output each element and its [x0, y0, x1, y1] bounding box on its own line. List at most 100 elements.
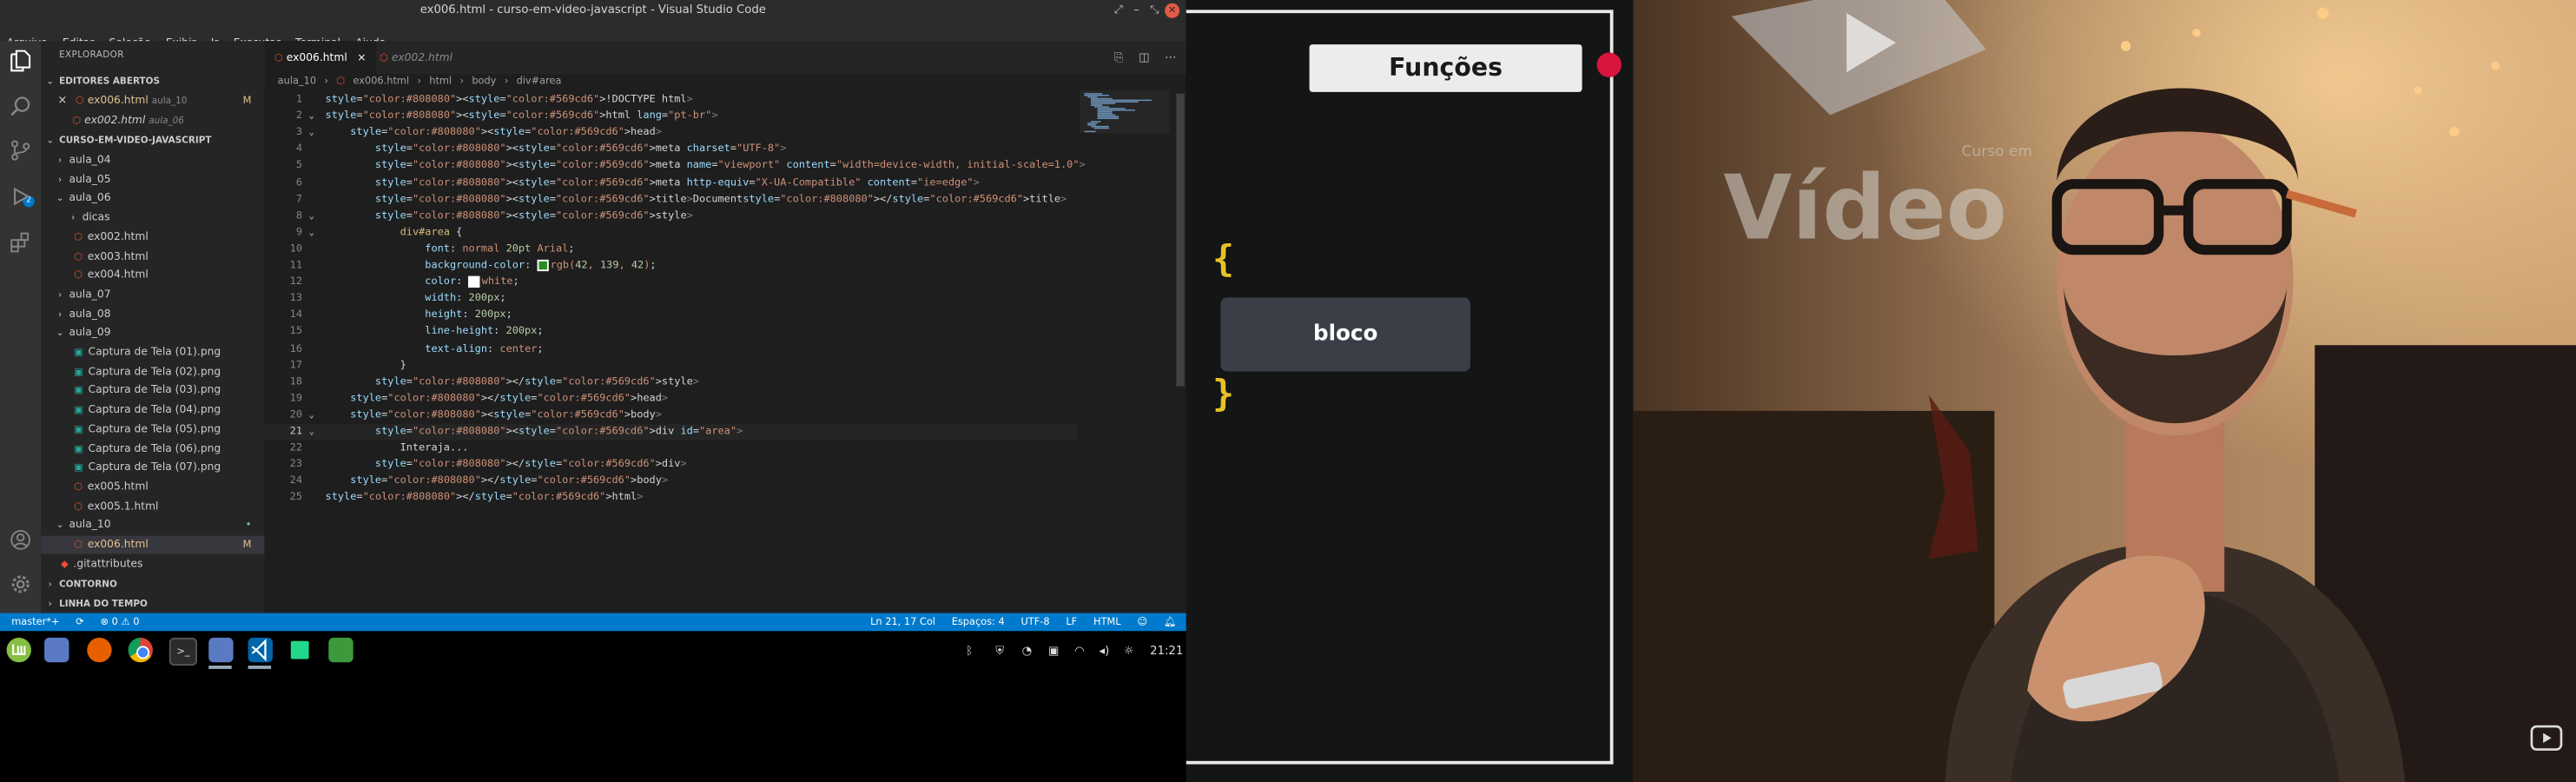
code-line[interactable]: 21 ⌄ style="color:#808080"><style="color:… [265, 424, 1078, 441]
gear-icon[interactable] [8, 573, 32, 598]
file-ex003-html[interactable]: ⬡ ex003.html [41, 248, 264, 266]
run-debug-icon[interactable] [8, 186, 32, 210]
breadcrumb-folder[interactable]: aula_10 [278, 76, 316, 87]
code-line[interactable]: 12 color: white; [265, 275, 1078, 291]
fold-chevron-icon[interactable]: ⌄ [309, 209, 314, 225]
mint-menu-icon[interactable] [6, 637, 31, 663]
code-line[interactable]: 17 } [265, 358, 1078, 374]
indentation[interactable]: Espaços: 4 [952, 616, 1005, 627]
terminal-icon[interactable]: >_ [168, 637, 197, 666]
file-captura-de-tela-07-png[interactable]: ▣ Captura de Tela (07).png [41, 459, 264, 477]
volume-icon[interactable]: ◂) [1099, 631, 1109, 670]
minimap[interactable] [1079, 90, 1170, 140]
fold-chevron-icon[interactable]: ⌄ [309, 408, 314, 424]
code-line[interactable]: 6 style="color:#808080"><style="color:#5… [265, 175, 1078, 191]
code-line[interactable]: 25 style="color:#808080"></style="color:#… [265, 490, 1078, 507]
folder-dicas[interactable]: › dicas [41, 209, 264, 227]
code-line[interactable]: 7 style="color:#808080"><style="color:#5… [265, 192, 1078, 209]
vertical-scrollbar[interactable] [1174, 90, 1186, 613]
file-captura-de-tela-03-png[interactable]: ▣ Captura de Tela (03).png [41, 382, 264, 401]
problems-count[interactable]: ⊗ 0 ⚠ 0 [101, 616, 140, 627]
file-ex005-1-html[interactable]: ⬡ ex005.1.html [41, 497, 264, 515]
code-line[interactable]: 20 ⌄ style="color:#808080"><style="color:… [265, 408, 1078, 424]
folder-aula-09[interactable]: ⌄ aula_09 [41, 324, 264, 342]
file-ex004-html[interactable]: ⬡ ex004.html [41, 267, 264, 285]
code-line[interactable]: 2 ⌄ style="color:#808080"><style="color:#5… [265, 109, 1078, 125]
folder-aula-08[interactable]: › aula_08 [41, 305, 264, 323]
code-line[interactable]: 11 background-color: rgb(42, 139, 42); [265, 258, 1078, 275]
brightness-icon[interactable]: ☼ [1124, 631, 1134, 670]
git-branch[interactable]: master*+ [11, 616, 59, 627]
show-desktop-icon[interactable] [44, 637, 69, 663]
folder-aula-06[interactable]: ⌄ aula_06 [41, 189, 264, 208]
close-window-icon[interactable]: ✕ [1165, 3, 1180, 18]
code-line[interactable]: 22 Interaja... [265, 441, 1078, 457]
minimize-icon[interactable]: – [1133, 0, 1139, 22]
breadcrumb-file[interactable]: ex006.html [353, 76, 409, 87]
code-line[interactable]: 18 style="color:#808080"></style="color:… [265, 374, 1078, 391]
wifi-icon[interactable]: ◠ [1074, 631, 1085, 670]
tab-ex002[interactable]: ⬡ ex002.html [370, 41, 482, 74]
shield-icon[interactable]: ⛨ [995, 631, 1004, 670]
code-editor[interactable]: 1 style="color:#808080"><style="color:#56… [264, 90, 1186, 613]
file--gitattributes[interactable]: ◆ .gitattributes [41, 555, 264, 573]
split-editor-icon[interactable]: ◫ [1139, 51, 1150, 64]
code-line[interactable]: 3 ⌄ style="color:#808080"><style="color:#… [265, 125, 1078, 142]
project-section[interactable]: ⌄ CURSO-EM-VIDEO-JAVASCRIPT [41, 131, 264, 149]
code-line[interactable]: 15 line-height: 200px; [265, 324, 1078, 341]
search-icon[interactable] [8, 96, 32, 120]
sync-icon[interactable]: ⟳ [76, 616, 84, 627]
file-ex002-html[interactable]: ⬡ ex002.html [41, 229, 264, 247]
breadcrumb-html[interactable]: html [429, 76, 452, 87]
folder-aula-10[interactable]: ⌄ aula_10 • [41, 517, 264, 535]
file-captura-de-tela-04-png[interactable]: ▣ Captura de Tela (04).png [41, 401, 264, 420]
code-line[interactable]: 16 text-align: center; [265, 341, 1078, 358]
source-control-icon[interactable] [8, 140, 32, 164]
update-icon[interactable]: ◔ [1022, 631, 1033, 670]
code-line[interactable]: 14 height: 200px; [265, 308, 1078, 324]
timeline-section[interactable]: › LINHA DO TEMPO [41, 595, 264, 613]
files-icon[interactable] [208, 637, 234, 663]
language-mode[interactable]: HTML [1093, 616, 1121, 627]
close-icon[interactable]: × [57, 94, 67, 107]
open-editors-section[interactable]: ⌄ EDITORES ABERTOS [41, 72, 264, 90]
open-changes-icon[interactable]: ⎘ [1114, 51, 1124, 64]
vscode-icon[interactable] [248, 637, 274, 663]
open-editor-ex006[interactable]: × ⬡ ex006.html aula_10 M [41, 92, 264, 110]
code-line[interactable]: 13 width: 200px; [265, 291, 1078, 308]
fold-chevron-icon[interactable]: ⌄ [309, 424, 314, 441]
firefox-icon[interactable] [87, 637, 112, 663]
more-actions-icon[interactable]: ⋯ [1165, 51, 1176, 64]
breadcrumb-body[interactable]: body [472, 76, 496, 87]
code-line[interactable]: 4 style="color:#808080"><style="color:#5… [265, 142, 1078, 158]
encoding[interactable]: UTF-8 [1020, 616, 1049, 627]
tab-ex006[interactable]: ⬡ ex006.html × [264, 41, 377, 75]
file-ex006-html[interactable]: ⬡ ex006.html M [41, 535, 265, 554]
close-tab-icon[interactable]: × [357, 51, 366, 64]
explorer-icon[interactable] [8, 50, 32, 74]
fold-chevron-icon[interactable]: ⌄ [309, 109, 314, 125]
end-of-line[interactable]: LF [1066, 616, 1077, 627]
folder-aula-07[interactable]: › aula_07 [41, 286, 264, 304]
fold-chevron-icon[interactable]: ⌄ [309, 225, 314, 242]
breadcrumb-div-area[interactable]: div#area [517, 76, 562, 87]
app-icon[interactable] [328, 637, 353, 663]
feedback-icon[interactable]: ☺ [1137, 616, 1147, 627]
code-line[interactable]: 9 ⌄ div#area { [265, 225, 1078, 242]
code-line[interactable]: 10 font: normal 20pt Arial; [265, 242, 1078, 258]
file-captura-de-tela-02-png[interactable]: ▣ Captura de Tela (02).png [41, 362, 264, 381]
account-icon[interactable] [8, 529, 32, 553]
code-line[interactable]: 23 style="color:#808080"></style="color:… [265, 457, 1078, 474]
cursor-position[interactable]: Ln 21, 17 Col [870, 616, 935, 627]
code-line[interactable]: 5 style="color:#808080"><style="color:#5… [265, 158, 1086, 175]
outline-section[interactable]: › CONTORNO [41, 575, 264, 593]
code-line[interactable]: 1 style="color:#808080"><style="color:#56… [265, 92, 1078, 109]
pycharm-icon[interactable] [287, 637, 313, 663]
fold-chevron-icon[interactable]: ⌄ [309, 125, 314, 142]
extensions-icon[interactable] [8, 232, 32, 256]
file-captura-de-tela-01-png[interactable]: ▣ Captura de Tela (01).png [41, 343, 264, 361]
file-ex005-html[interactable]: ⬡ ex005.html [41, 478, 264, 496]
notifications-icon[interactable]: 🔔︎ [1164, 616, 1176, 627]
file-captura-de-tela-05-png[interactable]: ▣ Captura de Tela (05).png [41, 421, 264, 439]
bluetooth-icon[interactable]: ᛒ [966, 631, 973, 670]
